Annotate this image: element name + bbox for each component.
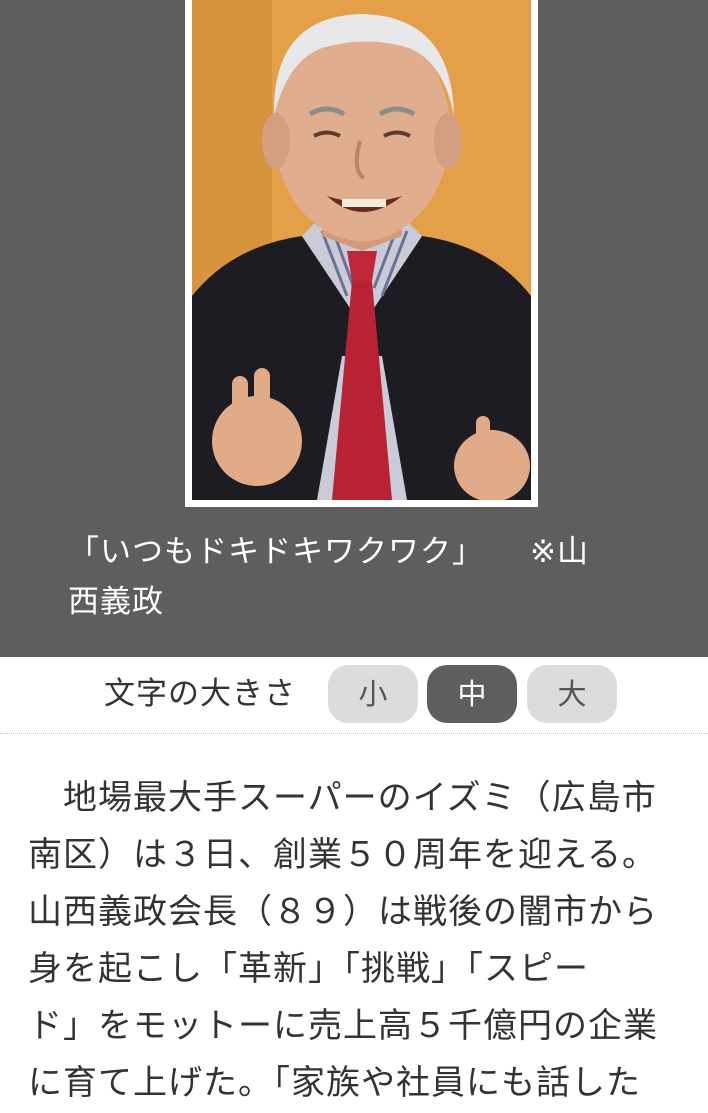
font-size-small-button[interactable]: 小 bbox=[328, 665, 418, 723]
photo-frame bbox=[185, 0, 538, 507]
article-line: ド」をモットーに売上高５千億円の企業 bbox=[28, 1006, 658, 1046]
article-body: 地場最大手スーパーのイズミ（広島市 南区）は３日、創業５０周年を迎える。 山西義… bbox=[28, 770, 688, 1112]
portrait-illustration bbox=[192, 0, 531, 500]
photo-caption: 「いつもドキドキワクワク」 ※山 西義政 bbox=[68, 527, 658, 627]
portrait-photo bbox=[192, 0, 531, 500]
font-size-label: 文字の大きさ bbox=[104, 676, 296, 712]
article-line: 山西義政会長（８９）は戦後の闇市から bbox=[28, 892, 658, 932]
caption-title: 「いつもドキドキワクワク」 bbox=[68, 534, 484, 570]
caption-note-continued: 西義政 bbox=[68, 584, 164, 620]
photo-section: 「いつもドキドキワクワク」 ※山 西義政 bbox=[0, 0, 708, 657]
font-size-large-button[interactable]: 大 bbox=[527, 665, 617, 723]
article-page: 「いつもドキドキワクワク」 ※山 西義政 文字の大きさ 小 中 大 地場最大手スー… bbox=[0, 0, 708, 1113]
caption-note: ※山 bbox=[530, 534, 589, 570]
article-line: に育て上げた。「家族や社員にも話した bbox=[28, 1063, 641, 1103]
font-size-control: 文字の大きさ 小 中 大 bbox=[0, 657, 708, 734]
article-line: 地場最大手スーパーのイズミ（広島市 bbox=[28, 778, 657, 818]
article-line: 身を起こし「革新」「挑戦」「スピー bbox=[28, 949, 589, 989]
article-line: 南区）は３日、創業５０周年を迎える。 bbox=[28, 835, 657, 875]
font-size-medium-button[interactable]: 中 bbox=[427, 665, 517, 723]
